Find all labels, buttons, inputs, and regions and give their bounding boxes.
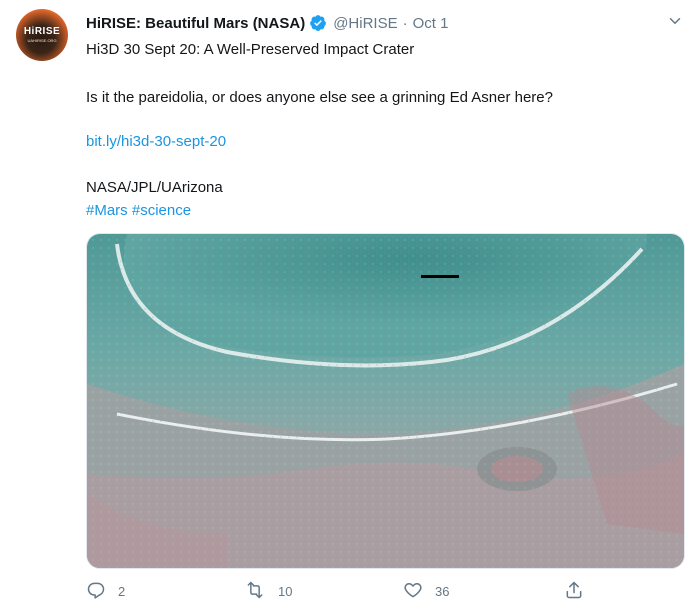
tweet-header: HiRISE: Beautiful Mars (NASA) @HiRISE · …	[86, 14, 684, 32]
chevron-down-icon[interactable]	[666, 12, 684, 35]
heart-icon	[403, 580, 423, 603]
mars-crater-anaglyph-image	[87, 234, 684, 568]
verified-badge-icon	[309, 14, 327, 32]
reply-button[interactable]: 2	[86, 580, 125, 603]
tweet-actions: 2 10 36	[86, 580, 586, 606]
hashtag-science[interactable]: #science	[132, 202, 191, 219]
author-name[interactable]: HiRISE: Beautiful Mars (NASA)	[86, 15, 305, 32]
avatar-brand: HiRISE	[23, 26, 61, 37]
separator-dot: ·	[402, 14, 408, 32]
author-handle[interactable]: @HiRISE	[333, 15, 397, 32]
tweet-link[interactable]: bit.ly/hi3d-30-sept-20	[86, 133, 226, 150]
tweet-media-image[interactable]	[86, 233, 685, 569]
retweet-count: 10	[278, 584, 293, 599]
tweet-line-credit: NASA/JPL/UArizona	[86, 179, 223, 196]
reply-icon	[86, 580, 106, 603]
reply-count: 2	[118, 584, 126, 599]
tweet-line-question: Is it the pareidolia, or does anyone els…	[86, 89, 553, 106]
hashtag-mars[interactable]: #Mars	[86, 202, 128, 219]
tweet-line-title: Hi3D 30 Sept 20: A Well-Preserved Impact…	[86, 41, 415, 58]
avatar[interactable]: HiRISE UAHIRISE.ORG	[16, 9, 68, 61]
share-button[interactable]	[564, 580, 584, 603]
like-button[interactable]: 36	[403, 580, 449, 603]
timestamp[interactable]: Oct 1	[413, 15, 449, 32]
like-count: 36	[435, 584, 450, 599]
avatar-sub: UAHIRISE.ORG	[27, 38, 57, 43]
retweet-button[interactable]: 10	[244, 580, 292, 603]
retweet-icon	[244, 580, 266, 603]
share-icon	[564, 580, 584, 603]
